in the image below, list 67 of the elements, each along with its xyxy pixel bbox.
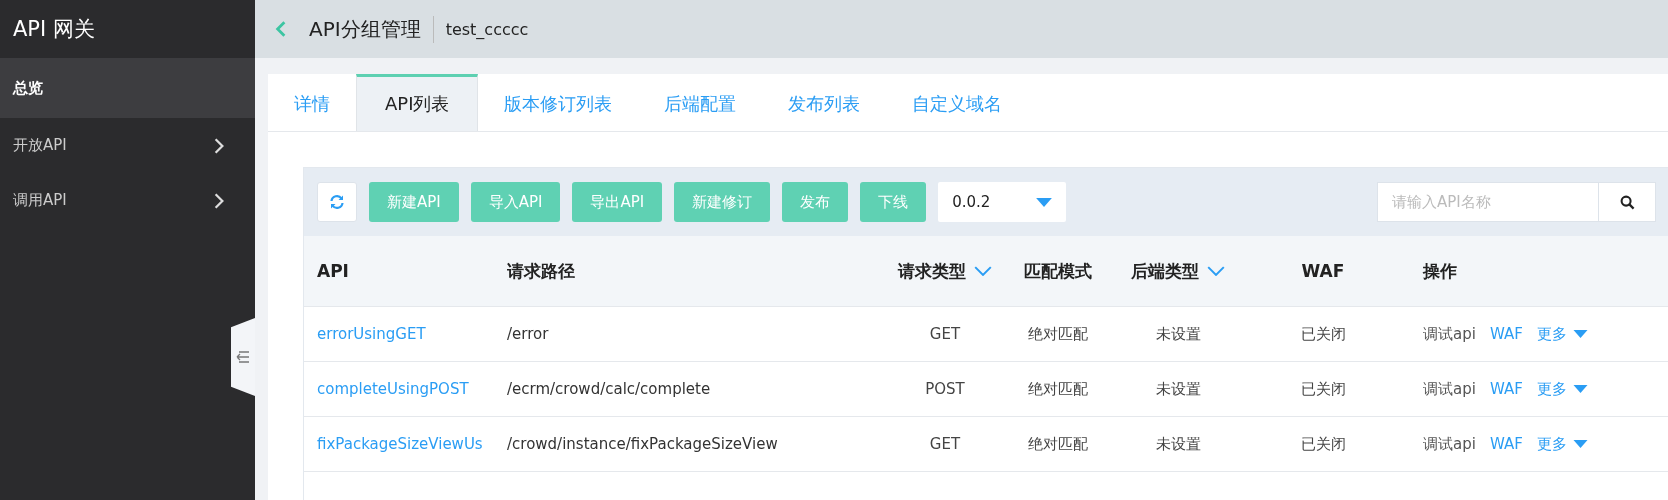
sidebar-item[interactable]: 总览	[0, 58, 255, 118]
waf-link[interactable]: WAF	[1489, 325, 1523, 343]
action-button[interactable]: 发布	[782, 182, 849, 222]
tab[interactable]: 发布列表	[762, 74, 887, 131]
sidebar-item[interactable]: 开放API	[0, 118, 255, 173]
chevron-right-icon	[213, 136, 225, 155]
api-name-link[interactable]: completeUsingPOST	[317, 380, 469, 398]
caret-down-icon	[1572, 330, 1588, 338]
table-cell: 已关闭	[1300, 324, 1346, 344]
dropdown-caret-icon	[1036, 197, 1053, 207]
table-cell: 未设置	[1155, 379, 1201, 399]
search-icon	[1619, 194, 1635, 210]
refresh-icon	[329, 194, 345, 210]
table-cell: 绝对匹配	[1028, 379, 1088, 399]
action-button[interactable]: 新建API	[369, 182, 459, 222]
sidebar-item[interactable]: 调用API	[0, 173, 255, 228]
refresh-button[interactable]	[317, 182, 357, 222]
table-cell: 绝对匹配	[1028, 434, 1088, 454]
tab[interactable]: 后端配置	[638, 74, 763, 131]
table-cell: GET	[929, 325, 961, 343]
debug-link[interactable]: 调试api	[1423, 434, 1476, 454]
column-header: 请求路径	[507, 259, 575, 283]
column-header: 操作	[1423, 259, 1457, 283]
debug-link[interactable]: 调试api	[1423, 324, 1476, 344]
search-button[interactable]	[1598, 182, 1656, 222]
table-cell: /crowd/instance/fixPackageSizeView	[507, 435, 778, 453]
column-header: WAF	[1301, 261, 1345, 281]
waf-link[interactable]: WAF	[1489, 435, 1523, 453]
group-name: test_ccccc	[444, 19, 529, 39]
action-button[interactable]: 导出API	[572, 182, 663, 222]
action-button[interactable]: 新建修订	[674, 182, 771, 222]
column-header: 请求类型	[898, 259, 966, 283]
table-cell: 已关闭	[1300, 379, 1346, 399]
sort-chevron-icon[interactable]	[1207, 266, 1225, 276]
debug-link[interactable]: 调试api	[1423, 379, 1476, 399]
tab[interactable]: API列表	[356, 74, 479, 131]
search-field[interactable]: 请输入API名称	[1377, 182, 1598, 222]
version-select[interactable]: 0.0.2	[938, 182, 1067, 222]
table-cell: 已关闭	[1300, 434, 1346, 454]
column-header: 后端类型	[1131, 259, 1199, 283]
api-name-link[interactable]: errorUsingGET	[317, 325, 426, 343]
table-cell: /error	[507, 325, 549, 343]
table-cell: POST	[925, 380, 965, 398]
page-title: API分组管理	[309, 15, 434, 43]
sort-chevron-icon[interactable]	[974, 266, 992, 276]
tab[interactable]: 自定义域名	[886, 74, 1029, 131]
api-name-link[interactable]: fixPackageSizeViewUs	[317, 435, 483, 453]
column-header: API	[317, 261, 349, 281]
caret-down-icon	[1572, 440, 1588, 448]
tab[interactable]: 版本修订列表	[478, 74, 639, 131]
chevron-right-icon	[213, 191, 225, 210]
waf-link[interactable]: WAF	[1489, 380, 1523, 398]
app-title: API 网关	[12, 16, 96, 43]
table-cell: 未设置	[1155, 324, 1201, 344]
action-button[interactable]: 导入API	[470, 182, 561, 222]
table-cell: /ecrm/crowd/calc/complete	[507, 380, 711, 398]
more-dropdown[interactable]: 更多	[1536, 434, 1588, 454]
table-cell: GET	[929, 435, 961, 453]
action-button[interactable]: 下线	[860, 182, 927, 222]
column-header: 匹配模式	[1024, 259, 1092, 283]
tab[interactable]: 详情	[268, 74, 356, 131]
back-icon[interactable]	[275, 20, 287, 38]
caret-down-icon	[1572, 385, 1588, 393]
table-cell: 绝对匹配	[1028, 324, 1088, 344]
more-dropdown[interactable]: 更多	[1536, 324, 1588, 344]
more-dropdown[interactable]: 更多	[1536, 379, 1588, 399]
table-cell: 未设置	[1155, 434, 1201, 454]
